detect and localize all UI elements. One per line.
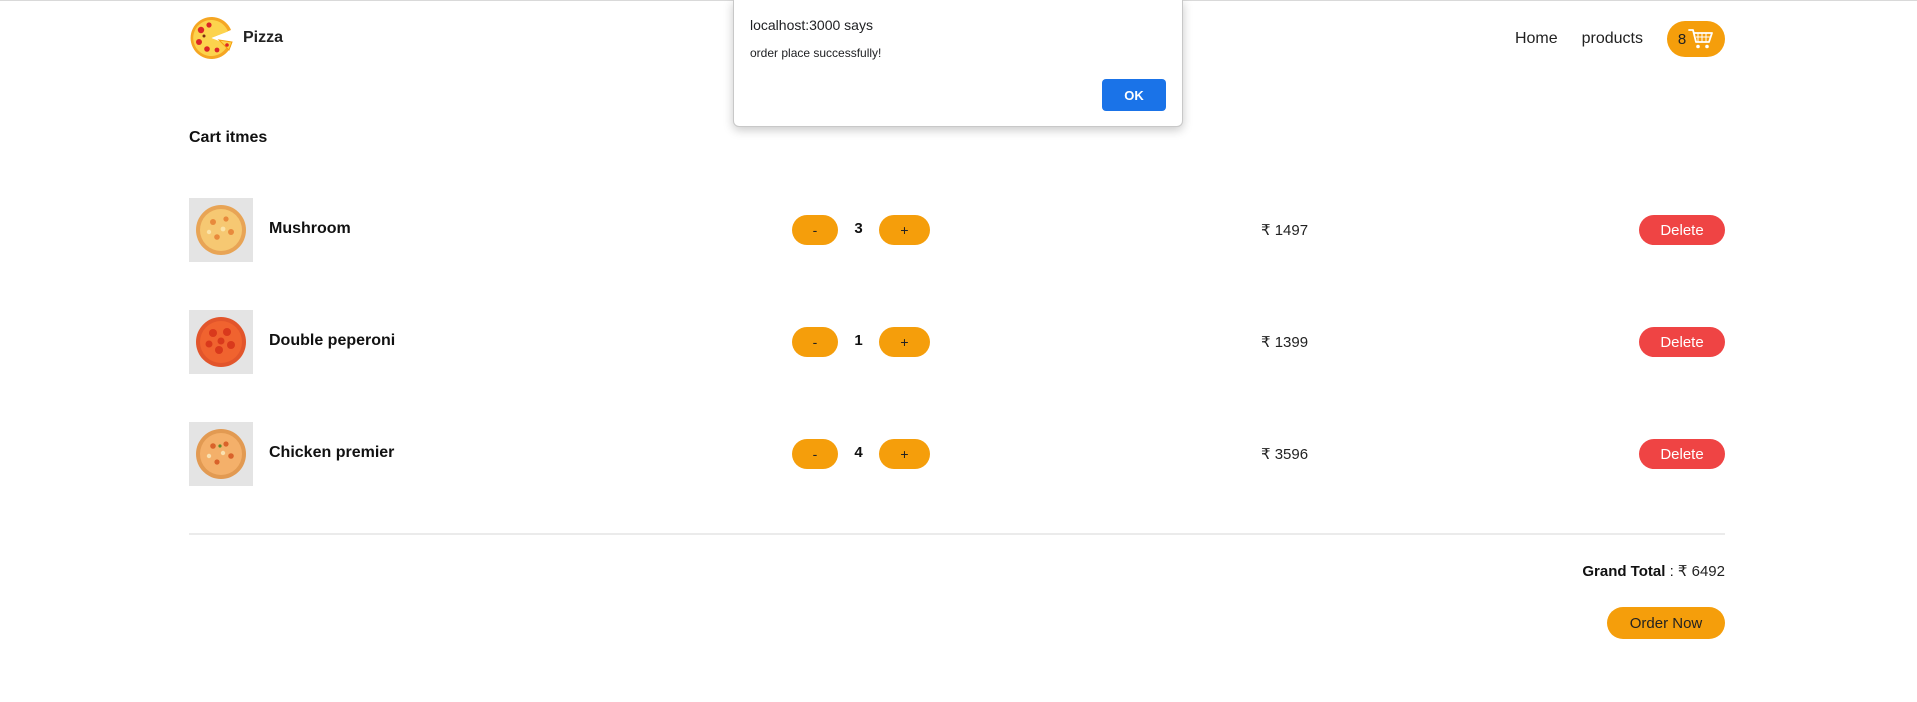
pizza-thumbnail: [189, 198, 253, 262]
cart-row: Mushroom - 3 + ₹ 1497 Delete: [189, 198, 1725, 262]
alert-title: localhost:3000 says: [750, 17, 873, 33]
nav-link-products[interactable]: products: [1582, 30, 1643, 48]
delete-button[interactable]: Delete: [1639, 215, 1725, 245]
cart-row: Chicken premier - 4 + ₹ 3596 Delete: [189, 422, 1725, 486]
pizza-thumbnail: [189, 422, 253, 486]
grand-total: Grand Total : ₹ 6492: [1582, 562, 1725, 580]
item-name: Double peperoni: [269, 332, 396, 349]
grand-total-label: Grand Total: [1582, 563, 1666, 580]
item-name: Chicken premier: [269, 444, 395, 461]
increase-quantity-button[interactable]: +: [879, 439, 930, 469]
item-price: ₹ 1497: [1261, 222, 1309, 239]
pizza-thumbnail: [189, 310, 253, 374]
increase-quantity-button[interactable]: +: [879, 327, 930, 357]
shopping-cart-icon: [1688, 28, 1714, 50]
divider: [189, 533, 1725, 535]
item-price: ₹ 1399: [1261, 334, 1309, 351]
alert-dialog: localhost:3000 says order place successf…: [733, 0, 1183, 127]
brand[interactable]: Pizza: [189, 16, 283, 60]
delete-button[interactable]: Delete: [1639, 327, 1725, 357]
order-now-button[interactable]: Order Now: [1607, 607, 1725, 639]
nav-links: Home products 8: [1515, 21, 1725, 57]
delete-button[interactable]: Delete: [1639, 439, 1725, 469]
cart-row: Double peperoni - 1 + ₹ 1399 Delete: [189, 310, 1725, 374]
grand-total-value: : ₹ 6492: [1665, 563, 1725, 580]
item-name: Mushroom: [269, 220, 351, 237]
cart-button[interactable]: 8: [1667, 21, 1725, 57]
cart-count-badge: 8: [1677, 30, 1687, 48]
item-price: ₹ 3596: [1261, 446, 1309, 463]
decrease-quantity-button[interactable]: -: [792, 439, 838, 469]
decrease-quantity-button[interactable]: -: [792, 327, 838, 357]
alert-message: order place successfully!: [750, 46, 882, 60]
brand-name: Pizza: [243, 29, 284, 46]
decrease-quantity-button[interactable]: -: [792, 215, 838, 245]
page-title: Cart itmes: [189, 129, 268, 146]
quantity-value: 1: [854, 332, 863, 349]
increase-quantity-button[interactable]: +: [879, 215, 930, 245]
nav-link-home[interactable]: Home: [1515, 30, 1558, 48]
pizza-icon: [189, 16, 233, 60]
quantity-value: 3: [854, 220, 863, 237]
quantity-value: 4: [854, 444, 863, 461]
alert-ok-button[interactable]: OK: [1102, 79, 1166, 111]
